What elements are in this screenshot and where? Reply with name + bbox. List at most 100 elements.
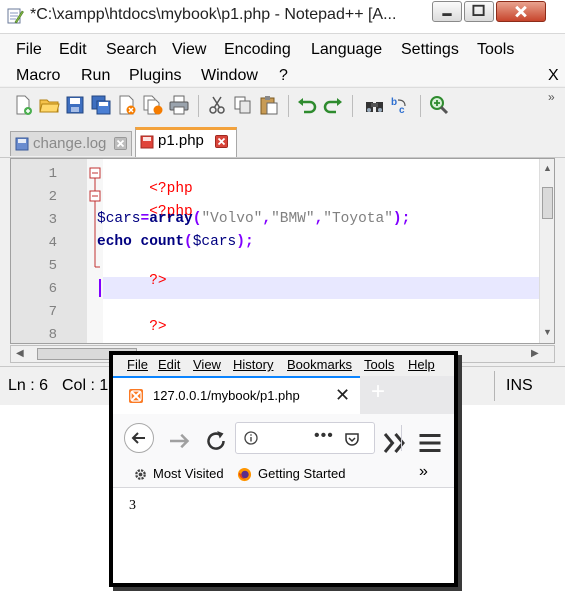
close-all-icon[interactable] [142,94,164,116]
close-icon [515,5,527,18]
back-button[interactable] [124,423,154,453]
cut-icon[interactable] [206,94,228,116]
menu-window[interactable]: Window [201,67,258,85]
toolbar-overflow-button[interactable]: » [548,90,555,104]
bookmark-getting-started[interactable]: Getting Started [258,466,345,481]
tab-change-log[interactable]: change.log [10,131,132,156]
url-bar[interactable]: ••• [235,422,375,454]
browser-menu-file[interactable]: File [127,357,148,372]
toolbar-separator [288,95,289,117]
close-file-icon[interactable] [116,94,138,116]
firefox-window-frame: File Edit View History Bookmarks Tools H… [109,351,458,587]
menu-view[interactable]: View [172,41,206,59]
scroll-up-icon[interactable]: ▲ [543,163,552,173]
code-editor[interactable]: 1 2 3 4 5 6 7 8 <?php <?php $cars=array(… [10,158,555,344]
save-all-icon[interactable] [90,94,112,116]
close-document-button[interactable]: X [548,67,559,85]
tab-label: change.log [33,135,107,152]
line-number: 8 [48,327,57,343]
browser-menu-bookmarks[interactable]: Bookmarks [287,357,352,372]
svg-text:b: b [391,97,397,108]
operator: , [314,211,324,227]
print-icon[interactable] [168,94,190,116]
redo-icon[interactable] [322,94,344,116]
menu-plugins[interactable]: Plugins [129,67,181,85]
save-icon[interactable] [64,94,86,116]
tab-close-icon[interactable] [215,135,228,148]
code-line-7: ?> [97,303,166,343]
tab-close-icon[interactable]: ✕ [335,385,350,406]
minimize-icon [442,13,452,16]
pocket-icon[interactable] [344,431,360,447]
menu-language[interactable]: Language [311,41,382,59]
hamburger-menu-icon[interactable] [415,428,445,458]
keyword: echo [97,234,132,250]
browser-tab[interactable]: 127.0.0.1/mybook/p1.php ✕ [113,376,360,414]
bookmarks-overflow-button[interactable]: » [419,463,428,481]
vertical-scrollbar[interactable]: ▲ ▼ [539,159,554,343]
maximize-button[interactable] [464,1,494,22]
find-icon[interactable] [364,94,386,116]
menu-encoding[interactable]: Encoding [224,41,291,59]
line-number: 4 [48,235,57,251]
operator: = [140,211,150,227]
operator: ( [184,234,193,250]
open-folder-icon[interactable] [38,94,60,116]
scroll-right-icon[interactable]: ▶ [531,348,539,359]
navigation-toolbar: ••• [113,414,454,462]
overflow-chevron-icon[interactable] [379,428,409,458]
reload-icon[interactable] [201,426,231,456]
new-tab-button[interactable]: + [371,378,385,406]
toolbar-separator [420,95,421,117]
tab-title: 127.0.0.1/mybook/p1.php [153,388,300,403]
back-arrow-icon [131,432,145,444]
bookmark-most-visited[interactable]: Most Visited [153,466,224,481]
zoom-in-icon[interactable] [428,94,450,116]
scroll-down-icon[interactable]: ▼ [543,327,552,337]
browser-tab-bar: 127.0.0.1/mybook/p1.php ✕ + [113,376,454,414]
page-actions-icon[interactable]: ••• [314,427,334,445]
tab-close-icon[interactable] [114,137,127,150]
new-file-icon[interactable] [12,94,34,116]
browser-menu-tools[interactable]: Tools [364,357,394,372]
string-literal: "Volvo" [201,211,263,227]
browser-menu-edit[interactable]: Edit [158,357,180,372]
undo-icon[interactable] [296,94,318,116]
paste-icon[interactable] [258,94,280,116]
copy-icon[interactable] [232,94,254,116]
menu-run[interactable]: Run [81,67,110,85]
browser-menu-history[interactable]: History [233,357,273,372]
notepad-plus-plus-window: *C:\xampp\htdocs\mybook\p1.php - Notepad… [0,0,565,405]
line-number: 5 [48,258,57,274]
maximize-icon [472,4,485,16]
scroll-left-icon[interactable]: ◀ [16,348,24,359]
minimize-button[interactable] [432,1,462,22]
browser-menu-view[interactable]: View [193,357,221,372]
document-tab-bar: change.log p1.php [0,124,565,158]
menu-search[interactable]: Search [106,41,157,59]
site-info-icon[interactable] [244,431,258,445]
gear-icon [135,469,146,480]
title-bar: *C:\xampp\htdocs\mybook\p1.php - Notepad… [0,0,565,34]
menu-tools[interactable]: Tools [477,41,514,59]
replace-icon[interactable]: bc [390,94,412,116]
line-number: 2 [48,189,57,205]
firefox-window: File Edit View History Bookmarks Tools H… [113,355,454,583]
notepad-app-icon [7,8,24,24]
menu-file[interactable]: File [16,41,42,59]
operator: ); [392,211,411,227]
scrollbar-thumb[interactable] [542,187,553,219]
browser-menu-bar: File Edit View History Bookmarks Tools H… [113,355,454,376]
line-number: 3 [48,212,57,228]
tab-p1-php[interactable]: p1.php [135,127,237,157]
menu-edit[interactable]: Edit [59,41,87,59]
forward-arrow-icon[interactable] [165,426,195,456]
menu-settings[interactable]: Settings [401,41,459,59]
menu-help[interactable]: ? [279,67,288,85]
url-input[interactable] [268,429,318,447]
php-close-tag: ?> [149,273,167,289]
menu-macro[interactable]: Macro [16,67,60,85]
string-literal: "BMW" [271,211,315,227]
browser-menu-help[interactable]: Help [408,357,435,372]
close-window-button[interactable] [496,1,546,22]
